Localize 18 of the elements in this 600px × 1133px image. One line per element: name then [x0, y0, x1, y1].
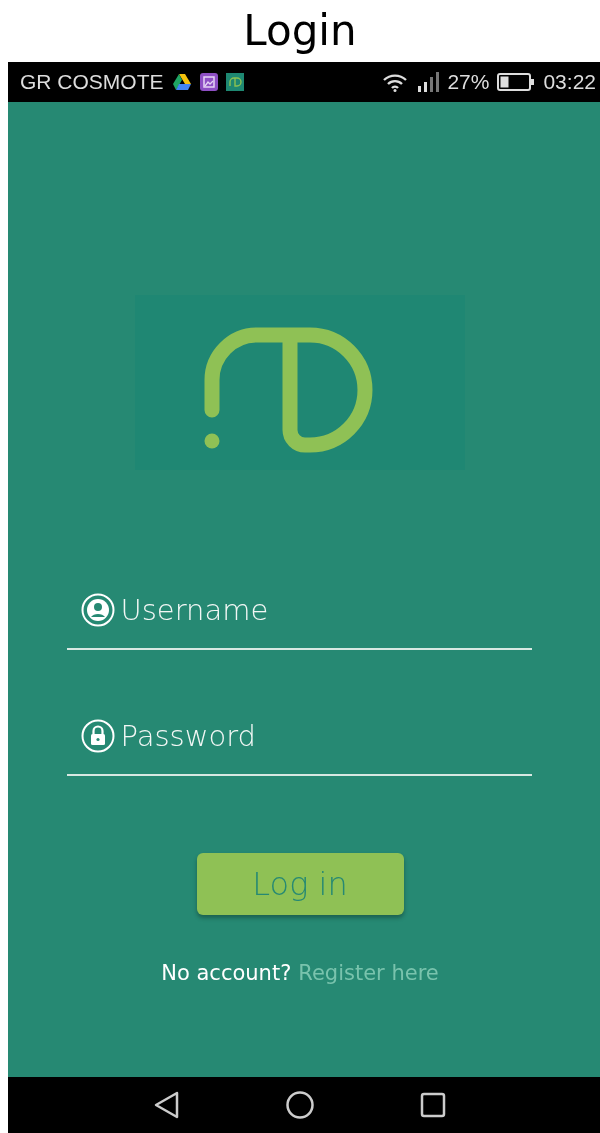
lock-icon — [80, 719, 115, 753]
recents-icon[interactable] — [418, 1090, 448, 1120]
carrier-name: GR COSMOTE — [20, 70, 164, 94]
app-icon — [225, 73, 244, 91]
login-button[interactable]: Log in — [196, 853, 404, 915]
battery-icon — [497, 73, 536, 91]
drive-icon — [171, 73, 192, 91]
signal-icon — [417, 72, 440, 92]
page-title: Login — [242, 5, 358, 57]
battery-percent: 27% — [447, 70, 490, 94]
home-icon[interactable] — [285, 1090, 315, 1120]
username-field[interactable]: Username — [120, 593, 532, 627]
clock-time: 03:22 — [543, 70, 596, 94]
gallery-icon — [199, 73, 218, 91]
password-field[interactable]: Password — [120, 719, 532, 753]
register-link[interactable]: Register here — [298, 961, 439, 985]
user-icon — [80, 593, 115, 627]
register-prompt: No account? — [161, 961, 292, 985]
